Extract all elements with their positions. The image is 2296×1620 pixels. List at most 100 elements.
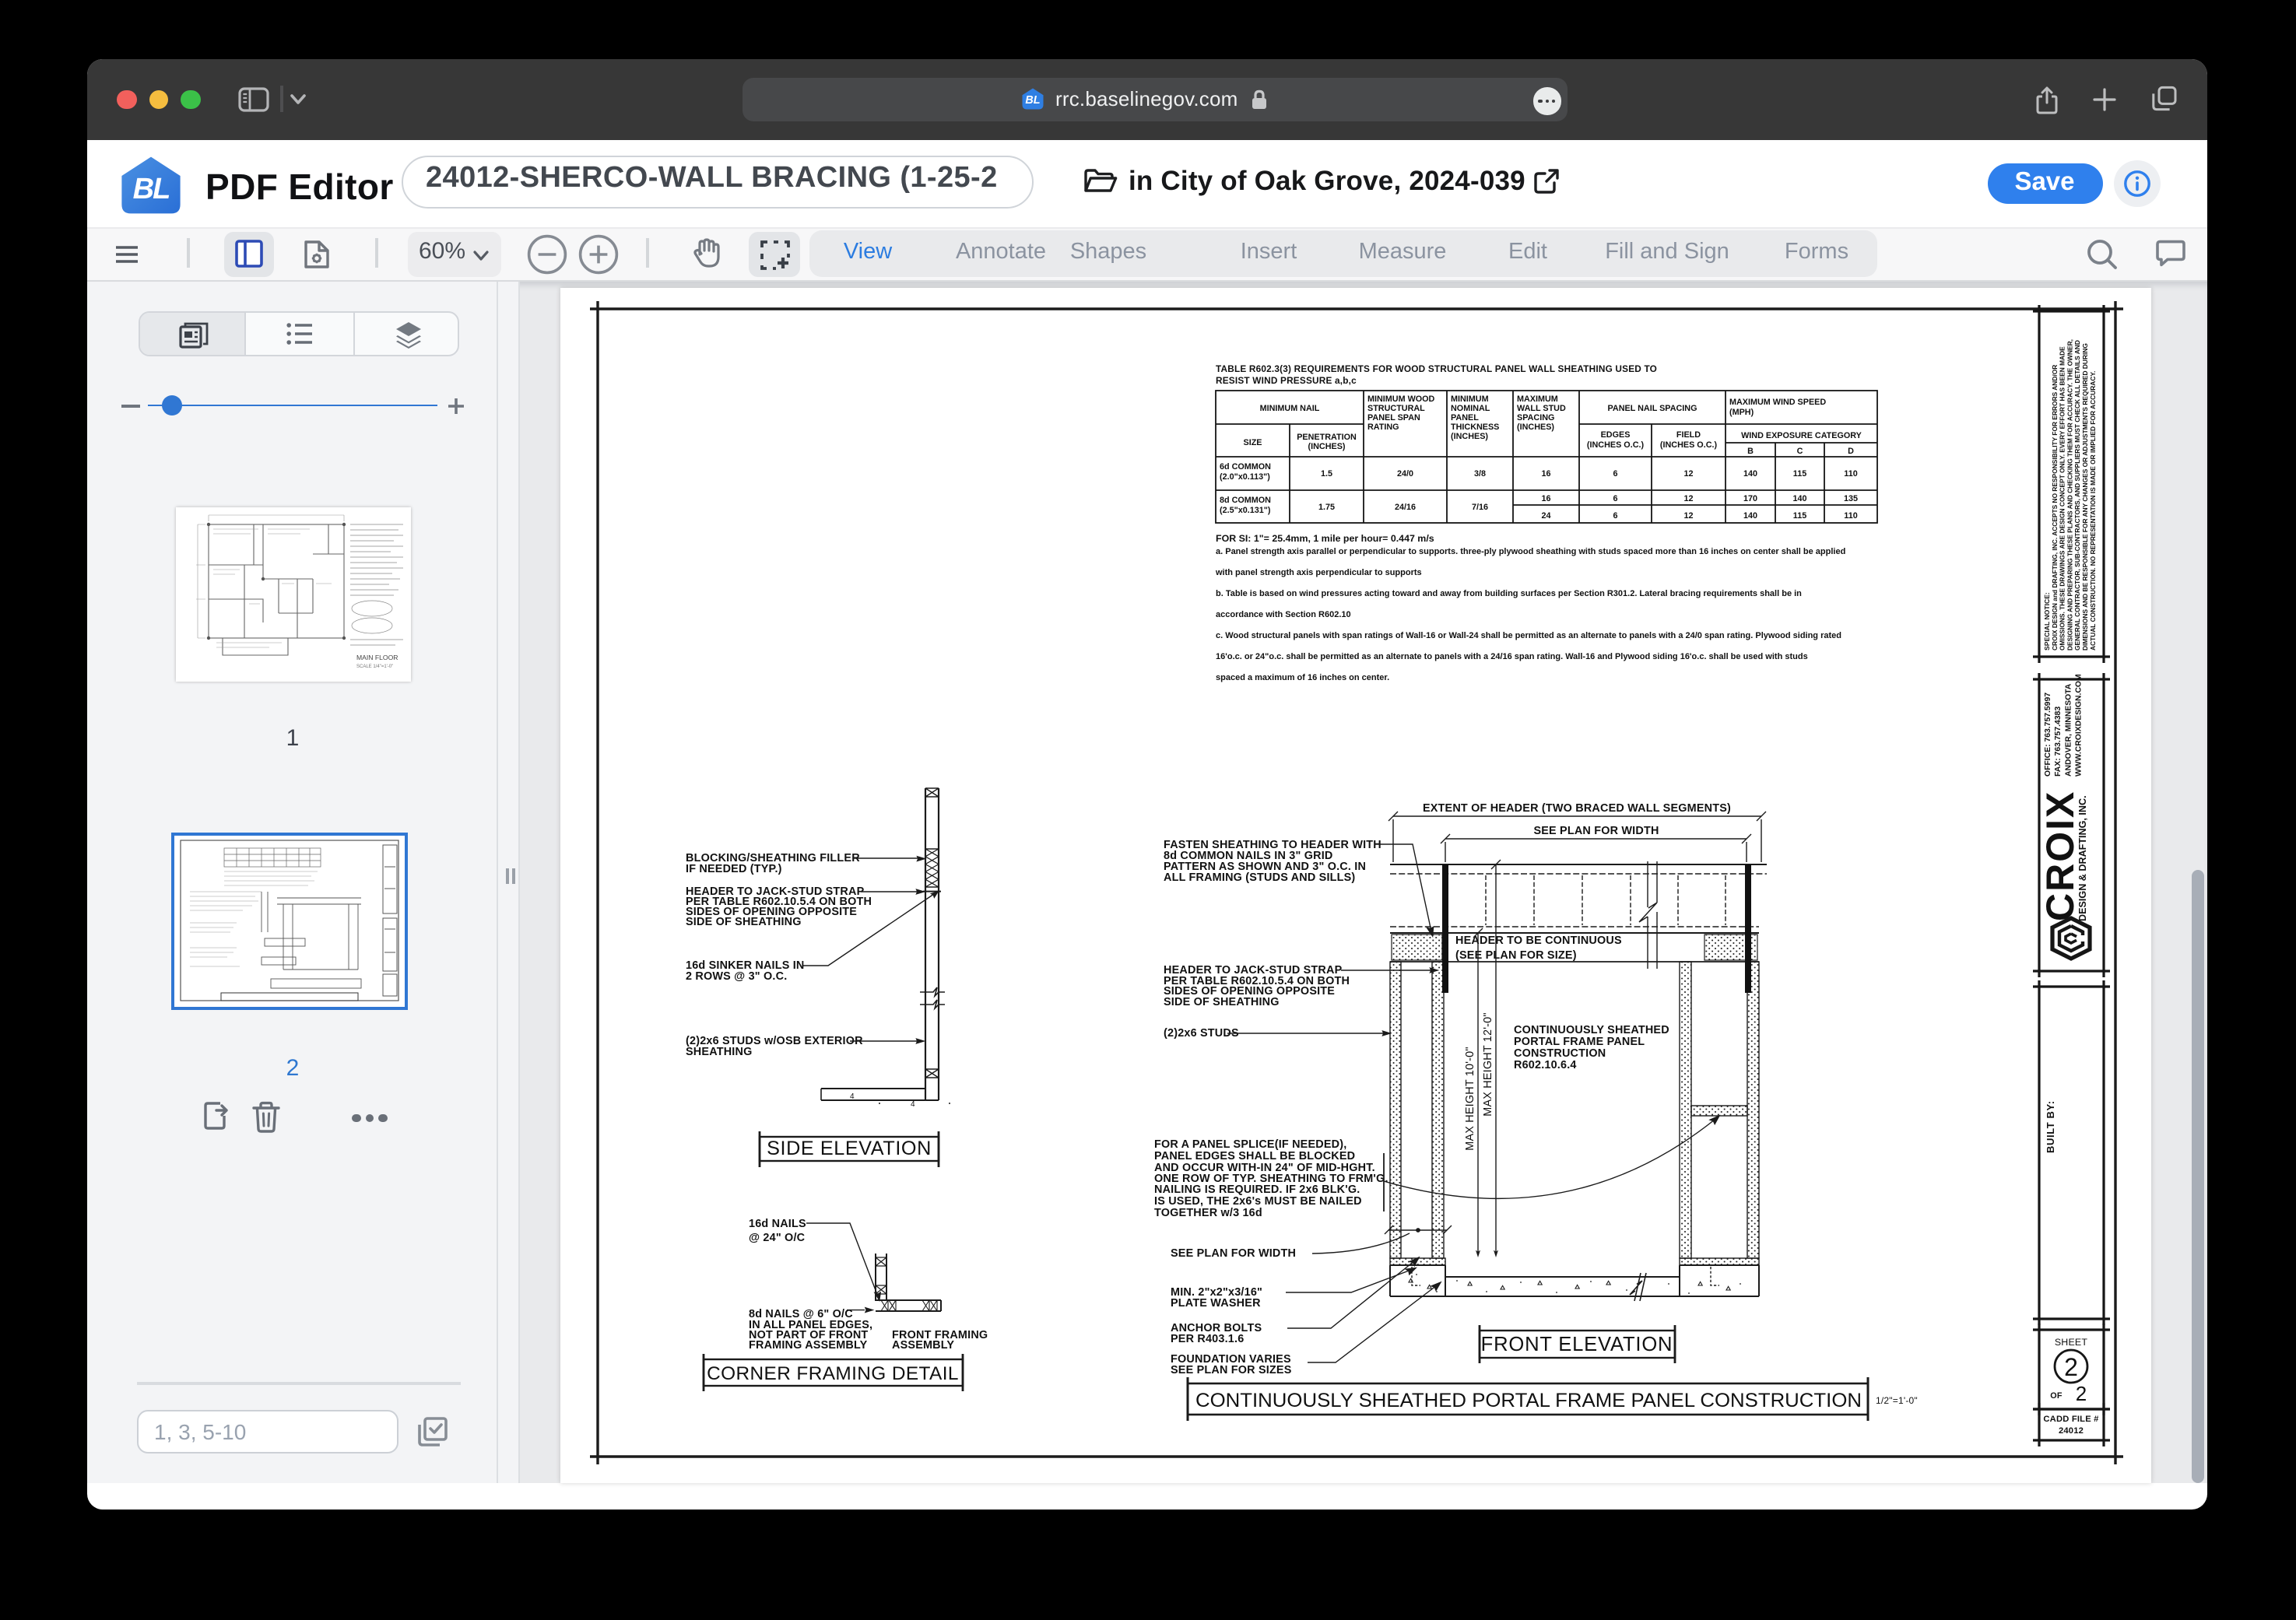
svg-text:SEE PLAN FOR SIZES: SEE PLAN FOR SIZES [1171, 1364, 1292, 1376]
svg-text:WWW.CROIXDESIGN.COM: WWW.CROIXDESIGN.COM [2075, 674, 2084, 777]
svg-text:PENETRATION: PENETRATION [1297, 433, 1357, 442]
svg-text:WIND EXPOSURE CATEGORY: WIND EXPOSURE CATEGORY [1741, 431, 1862, 440]
svg-text:6d COMMON: 6d COMMON [1220, 462, 1271, 472]
svg-text:PER R403.1.6: PER R403.1.6 [1171, 1333, 1244, 1345]
svg-text:BL: BL [1024, 94, 1039, 107]
svg-text:2 ROWS @ 3" O.C.: 2 ROWS @ 3" O.C. [686, 970, 787, 983]
svg-text:(SEE PLAN FOR SIZE): (SEE PLAN FOR SIZE) [1455, 949, 1577, 962]
svg-text:FRONT ELEVATION: FRONT ELEVATION [1481, 1334, 1673, 1355]
svg-text:SPECIAL NOTICE:: SPECIAL NOTICE: [2043, 592, 2051, 650]
svg-text:DIMENSIONS AND BE RESPONSIBLE: DIMENSIONS AND BE RESPONSIBLE FOR ANY CH… [2081, 343, 2089, 650]
svg-text:MAXIMUM WIND SPEED: MAXIMUM WIND SPEED [1729, 398, 1826, 407]
svg-text:CADD FILE #: CADD FILE # [2043, 1415, 2099, 1424]
svg-text:OFFICE: 763.757.5997: OFFICE: 763.757.5997 [2044, 693, 2052, 777]
svg-text:CONTINUOUSLY SHEATHED: CONTINUOUSLY SHEATHED [1514, 1024, 1669, 1036]
svg-text:3/8: 3/8 [1474, 469, 1486, 479]
svg-text:MAX HEIGHT 12'-0": MAX HEIGHT 12'-0" [1482, 1012, 1494, 1116]
svg-text:DESIGN & DRAFTING, INC.: DESIGN & DRAFTING, INC. [2077, 795, 2088, 921]
svg-text:CORNER FRAMING DETAIL: CORNER FRAMING DETAIL [707, 1363, 959, 1384]
svg-text:110: 110 [1844, 469, 1857, 479]
svg-text:12: 12 [1683, 494, 1693, 503]
svg-text:115: 115 [1793, 469, 1806, 479]
svg-text:C: C [1797, 447, 1803, 456]
svg-text:accordance with Section R602.1: accordance with Section R602.10 [1216, 610, 1351, 619]
svg-text:STRUCTURAL: STRUCTURAL [1367, 404, 1425, 413]
svg-text:FOR A PANEL SPLICE(IF NEEDED),: FOR A PANEL SPLICE(IF NEEDED), [1154, 1138, 1346, 1151]
svg-text:ALL FRAMING (STUDS AND SILLS): ALL FRAMING (STUDS AND SILLS) [1164, 871, 1355, 884]
svg-text:FOR SI: 1"= 25.4mm, 1 mile per: FOR SI: 1"= 25.4mm, 1 mile per hour= 0.4… [1216, 533, 1434, 544]
svg-text:2: 2 [2064, 1353, 2078, 1381]
svg-text:PANEL SPAN: PANEL SPAN [1367, 413, 1420, 423]
svg-text:B: B [1747, 447, 1754, 456]
svg-text:DESIGNING AND PREPARING THESE: DESIGNING AND PREPARING THESE PLANS AND … [2066, 339, 2073, 650]
svg-text:(INCHES): (INCHES) [1308, 442, 1346, 451]
svg-text:12: 12 [1683, 511, 1693, 521]
svg-text:MINIMUM: MINIMUM [1451, 394, 1489, 404]
svg-text:WALL STUD: WALL STUD [1517, 404, 1566, 413]
svg-text:CONTINUOUSLY SHEATHED PORTAL F: CONTINUOUSLY SHEATHED PORTAL FRAME PANEL… [1195, 1390, 1862, 1411]
svg-text:(2.5"x0.131"): (2.5"x0.131") [1220, 506, 1271, 515]
svg-text:PANEL NAIL SPACING: PANEL NAIL SPACING [1608, 404, 1697, 413]
svg-text:NOMINAL: NOMINAL [1451, 404, 1490, 413]
svg-text:12: 12 [1683, 469, 1693, 479]
svg-text:16d NAILS: 16d NAILS [749, 1218, 806, 1230]
svg-text:115: 115 [1793, 511, 1806, 521]
svg-text:16: 16 [1541, 494, 1550, 503]
svg-text:FRAMING ASSEMBLY: FRAMING ASSEMBLY [749, 1339, 868, 1352]
svg-text:with panel strength axis perpe: with panel strength axis perpendicular t… [1215, 568, 1422, 577]
svg-text:SIZE: SIZE [1244, 438, 1262, 447]
svg-text:SCALE 1/4"=1'-0": SCALE 1/4"=1'-0" [356, 664, 392, 668]
svg-text:SIDE OF SHEATHING: SIDE OF SHEATHING [1164, 996, 1280, 1008]
svg-text:SIDE OF SHEATHING: SIDE OF SHEATHING [686, 916, 802, 928]
svg-text:(INCHES O.C.): (INCHES O.C.) [1660, 440, 1718, 450]
svg-text:140: 140 [1743, 511, 1757, 521]
svg-text:PLATE WASHER: PLATE WASHER [1171, 1297, 1261, 1310]
svg-text:2: 2 [2076, 1382, 2087, 1405]
svg-text:6: 6 [1613, 511, 1617, 521]
svg-text:PANEL EDGES SHALL BE BLOCKED: PANEL EDGES SHALL BE BLOCKED [1154, 1150, 1355, 1162]
svg-text:CROIX DESIGN and DRAFTING, INC: CROIX DESIGN and DRAFTING, INC. ACCEPTS … [2051, 365, 2059, 650]
svg-text:1.75: 1.75 [1318, 503, 1335, 512]
svg-text:SHEATHING: SHEATHING [686, 1046, 752, 1058]
svg-text:(INCHES O.C.): (INCHES O.C.) [1587, 440, 1645, 450]
svg-text:c. Wood structural panels with: c. Wood structural panels with span rati… [1216, 631, 1841, 640]
svg-text:PORTAL FRAME PANEL: PORTAL FRAME PANEL [1514, 1036, 1645, 1048]
svg-text:TABLE R602.3(3) REQUIREMENTS F: TABLE R602.3(3) REQUIREMENTS FOR WOOD ST… [1216, 363, 1657, 374]
svg-text:110: 110 [1844, 511, 1857, 521]
svg-text:MAXIMUM: MAXIMUM [1517, 394, 1558, 404]
svg-text:@ 24" O/C: @ 24" O/C [749, 1232, 805, 1244]
svg-text:140: 140 [1743, 469, 1757, 479]
svg-text:RESIST WIND PRESSURE a,b,c: RESIST WIND PRESSURE a,b,c [1216, 375, 1357, 386]
svg-text:1.5: 1.5 [1321, 469, 1332, 479]
svg-text:MAIN FLOOR: MAIN FLOOR [356, 653, 397, 661]
svg-text:SIDE ELEVATION: SIDE ELEVATION [767, 1138, 932, 1159]
svg-text:R602.10.6.4: R602.10.6.4 [1514, 1059, 1577, 1071]
svg-text:24: 24 [1541, 511, 1550, 521]
svg-text:6: 6 [1613, 494, 1617, 503]
svg-text:NAILING IS REQUIRED. IF 2x6 BL: NAILING IS REQUIRED. IF 2x6 BLK'G. [1154, 1183, 1360, 1196]
svg-text:THICKNESS: THICKNESS [1451, 423, 1499, 432]
svg-text:FAX: 763.757.4383: FAX: 763.757.4383 [2054, 707, 2063, 777]
svg-text:24/0: 24/0 [1397, 469, 1413, 479]
svg-text:4: 4 [911, 1100, 915, 1109]
svg-text:ANDOVER, MINNESOTA: ANDOVER, MINNESOTA [2064, 683, 2073, 777]
svg-text:MINIMUM NAIL: MINIMUM NAIL [1260, 404, 1320, 413]
svg-text:a. Panel strength axis paralle: a. Panel strength axis parallel or perpe… [1216, 547, 1845, 556]
svg-text:BUILT BY:: BUILT BY: [2045, 1100, 2056, 1153]
svg-text:D: D [1848, 447, 1854, 456]
svg-text:170: 170 [1743, 494, 1757, 503]
svg-text:b. Table is based on wind pres: b. Table is based on wind pressures acti… [1216, 589, 1802, 598]
svg-text:ASSEMBLY: ASSEMBLY [892, 1339, 954, 1352]
svg-text:IF NEEDED (TYP.): IF NEEDED (TYP.) [686, 863, 782, 875]
svg-text:7/16: 7/16 [1472, 503, 1488, 512]
svg-text:(INCHES): (INCHES) [1451, 432, 1488, 441]
svg-text:8d COMMON: 8d COMMON [1220, 496, 1271, 505]
svg-text:24012: 24012 [2059, 1426, 2084, 1436]
svg-text:OF: OF [2050, 1391, 2063, 1401]
svg-text:16: 16 [1541, 469, 1550, 479]
svg-text:24/16: 24/16 [1395, 503, 1416, 512]
svg-text:EDGES: EDGES [1601, 430, 1631, 440]
svg-text:(INCHES): (INCHES) [1517, 423, 1554, 432]
svg-text:SHEET: SHEET [2055, 1337, 2088, 1348]
svg-text:MINIMUM WOOD: MINIMUM WOOD [1367, 394, 1435, 404]
